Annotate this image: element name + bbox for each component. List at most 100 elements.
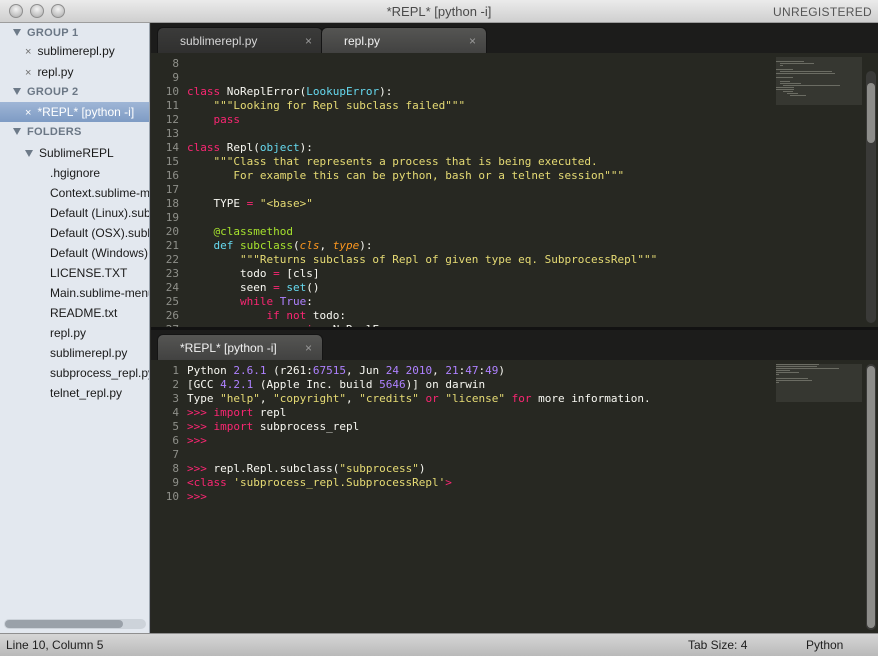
code-line: while True: <box>187 295 313 309</box>
vertical-scrollbar[interactable] <box>866 71 876 323</box>
folder-file[interactable]: Default (Linux).sublime-keymap <box>0 203 149 223</box>
minimap-line <box>790 95 806 96</box>
syntax-indicator[interactable]: Python <box>806 638 843 652</box>
code-token: 21 <box>445 364 459 377</box>
close-icon[interactable]: × <box>25 107 31 119</box>
code-token: for <box>511 392 532 405</box>
code-line: """Looking for Repl subclass failed""" <box>187 99 466 113</box>
group-1-header[interactable]: GROUP 1 <box>0 23 149 43</box>
minimap-line <box>776 73 836 74</box>
code-token: 49 <box>485 364 499 377</box>
minimap-line <box>779 71 832 72</box>
code-token: ( <box>292 239 300 252</box>
folder-file[interactable]: sublimerepl.py <box>0 343 149 363</box>
open-file-repl-py[interactable]: × repl.py <box>0 62 149 82</box>
sidebar-horizontal-scrollbar[interactable] <box>4 619 146 629</box>
code-token: repl.Repl.subclass( <box>213 462 340 475</box>
minimap-line <box>783 91 794 92</box>
line-number: 6 <box>172 434 179 447</box>
code-token: , <box>319 239 333 252</box>
code-token: """Class that represents a process that … <box>213 155 598 168</box>
line-number: 26 <box>165 309 179 322</box>
folder-file[interactable]: Main.sublime-menu <box>0 283 149 303</box>
open-file-sublimerepl-py[interactable]: × sublimerepl.py <box>0 41 149 61</box>
line-number: 9 <box>172 476 179 489</box>
code-line: seen = set() <box>187 281 320 295</box>
editor-pane-bottom[interactable]: 1 2 3 4 5 6 7 8 9 10 Python 2.6.1 (r261:67515, Ju… <box>151 360 878 633</box>
editor-pane-top[interactable]: 89101112131415161718192021222324252627 c… <box>151 53 878 327</box>
minimap-line <box>776 69 794 70</box>
folder-file[interactable]: .hgignore <box>0 163 149 183</box>
folder-file[interactable]: Default (Windows).sublime-keymap <box>0 243 149 263</box>
tab-repl-python[interactable]: *REPL* [python -i] × <box>157 334 323 360</box>
code-token: 'subprocess_repl.SubprocessRepl' <box>233 476 446 489</box>
code-token: pass <box>213 113 241 126</box>
code-token: (r261: <box>266 364 313 377</box>
close-icon[interactable]: × <box>305 28 312 54</box>
close-icon[interactable]: × <box>469 28 476 54</box>
code-token: 5646 <box>379 378 406 391</box>
close-icon[interactable]: × <box>25 67 31 79</box>
folder-file[interactable]: Default (OSX).sublime-keymap <box>0 223 149 243</box>
code-token: () <box>306 281 320 294</box>
scrollbar-thumb[interactable] <box>867 83 875 143</box>
minimap-line <box>776 77 794 78</box>
code-token: True <box>279 295 307 308</box>
line-number: 16 <box>165 169 179 182</box>
window-title: *REPL* [python -i] <box>386 4 492 19</box>
code-token: subclass <box>240 239 293 252</box>
minimap-line <box>776 372 800 373</box>
line-number: 1 <box>172 364 179 377</box>
folder-file[interactable]: repl.py <box>0 323 149 343</box>
code-token: ) <box>498 364 505 377</box>
tab-sublimerepl-py[interactable]: sublimerepl.py × <box>157 27 323 53</box>
cursor-position: Line 10, Column 5 <box>6 638 104 652</box>
scrollbar-thumb[interactable] <box>867 366 875 628</box>
code-token: ): <box>379 85 393 98</box>
triangle-down-icon <box>13 88 21 95</box>
close-icon[interactable]: × <box>25 46 31 58</box>
code-token: class <box>187 85 227 98</box>
code-line: """Returns subclass of Repl of given typ… <box>187 253 657 267</box>
code-token: [cls] <box>279 267 320 280</box>
code-token: : <box>306 295 313 308</box>
minimap-line <box>776 370 790 371</box>
folder-file[interactable]: README.txt <box>0 303 149 323</box>
open-file-repl-buffer[interactable]: × *REPL* [python -i] <box>0 102 149 122</box>
status-bar: Line 10, Column 5 Tab Size: 4 Python <box>0 633 878 656</box>
minimap-line <box>779 83 802 84</box>
code-line: if not todo: <box>187 309 346 323</box>
code-line: For example this can be python, bash or … <box>187 169 624 183</box>
code-token: 24 <box>385 364 399 377</box>
folder-file[interactable]: telnet_repl.py <box>0 383 149 403</box>
sidebar: GROUP 1 × sublimerepl.py × repl.py GROUP 2… <box>0 23 150 633</box>
tab-size-indicator[interactable]: Tab Size: 4 <box>688 638 747 652</box>
close-icon[interactable]: × <box>305 335 312 361</box>
folders-header[interactable]: FOLDERS <box>0 122 149 142</box>
tab-repl-py[interactable]: repl.py × <box>321 27 487 53</box>
code-line: todo = [cls] <box>187 267 320 281</box>
code-token: more information. <box>531 392 651 405</box>
folder-file[interactable]: subprocess_repl.py <box>0 363 149 383</box>
minimap-line <box>776 378 809 379</box>
code-token: type <box>332 239 360 252</box>
minimap-line <box>776 89 794 90</box>
minimap-line <box>776 382 779 383</box>
code-token: ( <box>253 141 260 154</box>
folder-sublimerepl[interactable]: SublimeREPL <box>0 143 149 163</box>
folder-file[interactable]: LICENSE.TXT <box>0 263 149 283</box>
line-number: 23 <box>165 267 179 280</box>
line-number: 17 <box>165 183 179 196</box>
code-line: >>> import repl <box>187 406 286 420</box>
group-2-header[interactable]: GROUP 2 <box>0 82 149 102</box>
folder-file[interactable]: Context.sublime-menu <box>0 183 149 203</box>
scrollbar-thumb[interactable] <box>5 620 123 628</box>
vertical-scrollbar[interactable] <box>866 364 876 630</box>
code-token: todo: <box>312 309 346 322</box>
